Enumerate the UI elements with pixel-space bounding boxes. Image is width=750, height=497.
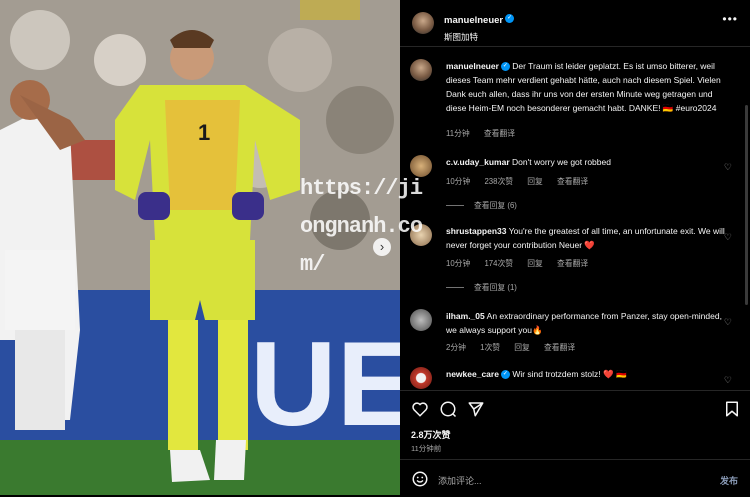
comment-username[interactable]: ilham._05	[446, 311, 485, 321]
author-username[interactable]: manuelneuer	[444, 15, 503, 26]
verified-badge-icon: ✓	[500, 62, 510, 72]
post-time: 11分钟前	[411, 444, 442, 453]
comment-bubble-icon[interactable]	[439, 400, 457, 418]
comment-text: ilham._05 An extraordinary performance f…	[446, 309, 726, 337]
watermark-text: https://ji ongnanh.co m/	[300, 170, 460, 284]
svg-text:UEF: UEF	[250, 317, 400, 451]
comment-body: Wir sind trotzdem stolz! ❤️ 🇩🇪	[512, 369, 627, 379]
see-translation-link[interactable]: 查看翻译	[544, 343, 575, 352]
comment-text: newkee_care ✓ Wir sind trotzdem stolz! ❤️…	[446, 367, 726, 381]
reply-button[interactable]: 回复	[527, 259, 543, 268]
comment-like-heart-icon[interactable]: ♡	[724, 317, 732, 328]
like-heart-icon[interactable]	[411, 400, 429, 418]
comments-scrollbar[interactable]	[745, 105, 748, 305]
comment-likes[interactable]: 238次赞	[484, 177, 513, 186]
verified-badge-icon: ✓	[505, 14, 515, 24]
save-bookmark-icon[interactable]	[723, 400, 741, 418]
comment-username[interactable]: c.v.uday_kumar	[446, 157, 510, 167]
verified-badge-icon: ✓	[500, 370, 510, 380]
comment-meta: 10分钟 174次赞 回复 查看翻译	[446, 258, 600, 269]
comment-text: c.v.uday_kumar Don't worry we got robbed	[446, 155, 726, 169]
reply-button[interactable]: 回复	[514, 343, 530, 352]
author-avatar[interactable]	[412, 12, 434, 34]
comment-likes[interactable]: 1次赞	[480, 343, 500, 352]
comment-item: ilham._05 An extraordinary performance f…	[410, 309, 740, 359]
comment-body: An extraordinary performance from Panzer…	[446, 311, 722, 335]
reply-button[interactable]: 回复	[527, 177, 543, 186]
see-translation-link[interactable]: 查看翻译	[557, 177, 588, 186]
comment-meta: 2分钟 1次赞 回复 查看翻译	[446, 342, 587, 353]
comment-time: 2分钟	[446, 343, 466, 352]
caption: manuelneuer ✓ Der Traum ist leider geplat…	[410, 59, 740, 149]
emoji-smile-icon[interactable]	[411, 470, 429, 488]
comment-body: Don't worry we got robbed	[512, 157, 611, 167]
caption-text: manuelneuer ✓ Der Traum ist leider geplat…	[446, 59, 726, 115]
comment-like-heart-icon[interactable]: ♡	[724, 162, 732, 173]
likes-count[interactable]: 2.8万次赞	[411, 428, 451, 441]
add-comment-input[interactable]: 添加评论...	[438, 474, 482, 487]
commenter-avatar[interactable]	[410, 367, 432, 389]
see-translation-link[interactable]: 查看翻译	[557, 259, 588, 268]
post-comment-button[interactable]: 发布	[720, 474, 738, 487]
see-translation-link[interactable]: 查看翻译	[484, 129, 515, 138]
post-actions: 2.8万次赞 11分钟前 添加评论... 发布	[400, 390, 750, 496]
comment-text: shrustappen33 You're the greatest of all…	[446, 224, 726, 252]
more-options-icon[interactable]: •••	[722, 12, 738, 26]
add-comment-bar: 添加评论... 发布	[400, 459, 750, 497]
share-send-icon[interactable]	[467, 400, 485, 418]
caption-time: 11分钟	[446, 129, 470, 138]
author-avatar[interactable]	[410, 59, 432, 81]
comment-item: newkee_care ✓ Wir sind trotzdem stolz! ❤️…	[410, 367, 740, 390]
caption-username[interactable]: manuelneuer	[446, 61, 499, 71]
caption-meta: 11分钟 查看翻译	[446, 128, 527, 139]
svg-text:1: 1	[198, 120, 210, 145]
comment-like-heart-icon[interactable]: ♡	[724, 375, 732, 386]
post-location[interactable]: 斯图加特	[444, 31, 514, 43]
watermark-line: https://ji	[300, 176, 423, 201]
watermark-line: m/	[300, 252, 325, 277]
instagram-post-view: UEF 1 › https://ji ongna	[0, 0, 750, 495]
commenter-avatar[interactable]	[410, 309, 432, 331]
watermark-line: ongnanh.co	[300, 214, 423, 239]
comment-username[interactable]: newkee_care	[446, 369, 499, 379]
comment-like-heart-icon[interactable]: ♡	[724, 232, 732, 243]
comment-likes[interactable]: 174次赞	[484, 259, 513, 268]
post-header: manuelneuer ✓ 斯图加特 •••	[400, 0, 750, 47]
comment-meta: 10分钟 238次赞 回复 查看翻译	[446, 176, 600, 187]
